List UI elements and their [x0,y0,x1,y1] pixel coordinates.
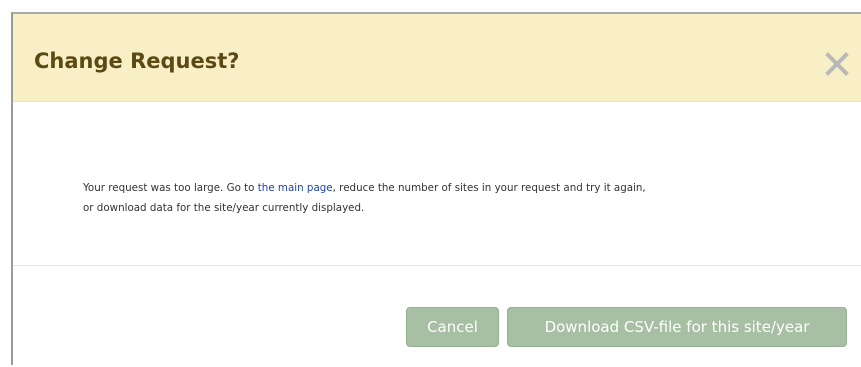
cancel-button[interactable]: Cancel [406,307,499,347]
download-csv-button[interactable]: Download CSV-file for this site/year [507,307,847,347]
message-text-start: Your request was too large. Go to [83,182,258,194]
close-x-icon [825,52,849,76]
change-request-dialog: Change Request? Your request was too lar… [11,12,861,365]
message-text-end: , reduce the number of sites in your req… [332,182,646,194]
dialog-footer: Cancel Download CSV-file for this site/y… [13,267,861,367]
dialog-body: Your request was too large. Go to the ma… [13,103,861,266]
dialog-message: Your request was too large. Go to the ma… [83,178,843,218]
close-button[interactable] [824,51,850,77]
dialog-title: Change Request? [34,49,240,73]
message-text-line2: or download data for the site/year curre… [83,202,365,214]
dialog-header: Change Request? [13,14,861,102]
main-page-link[interactable]: the main page [258,182,333,194]
